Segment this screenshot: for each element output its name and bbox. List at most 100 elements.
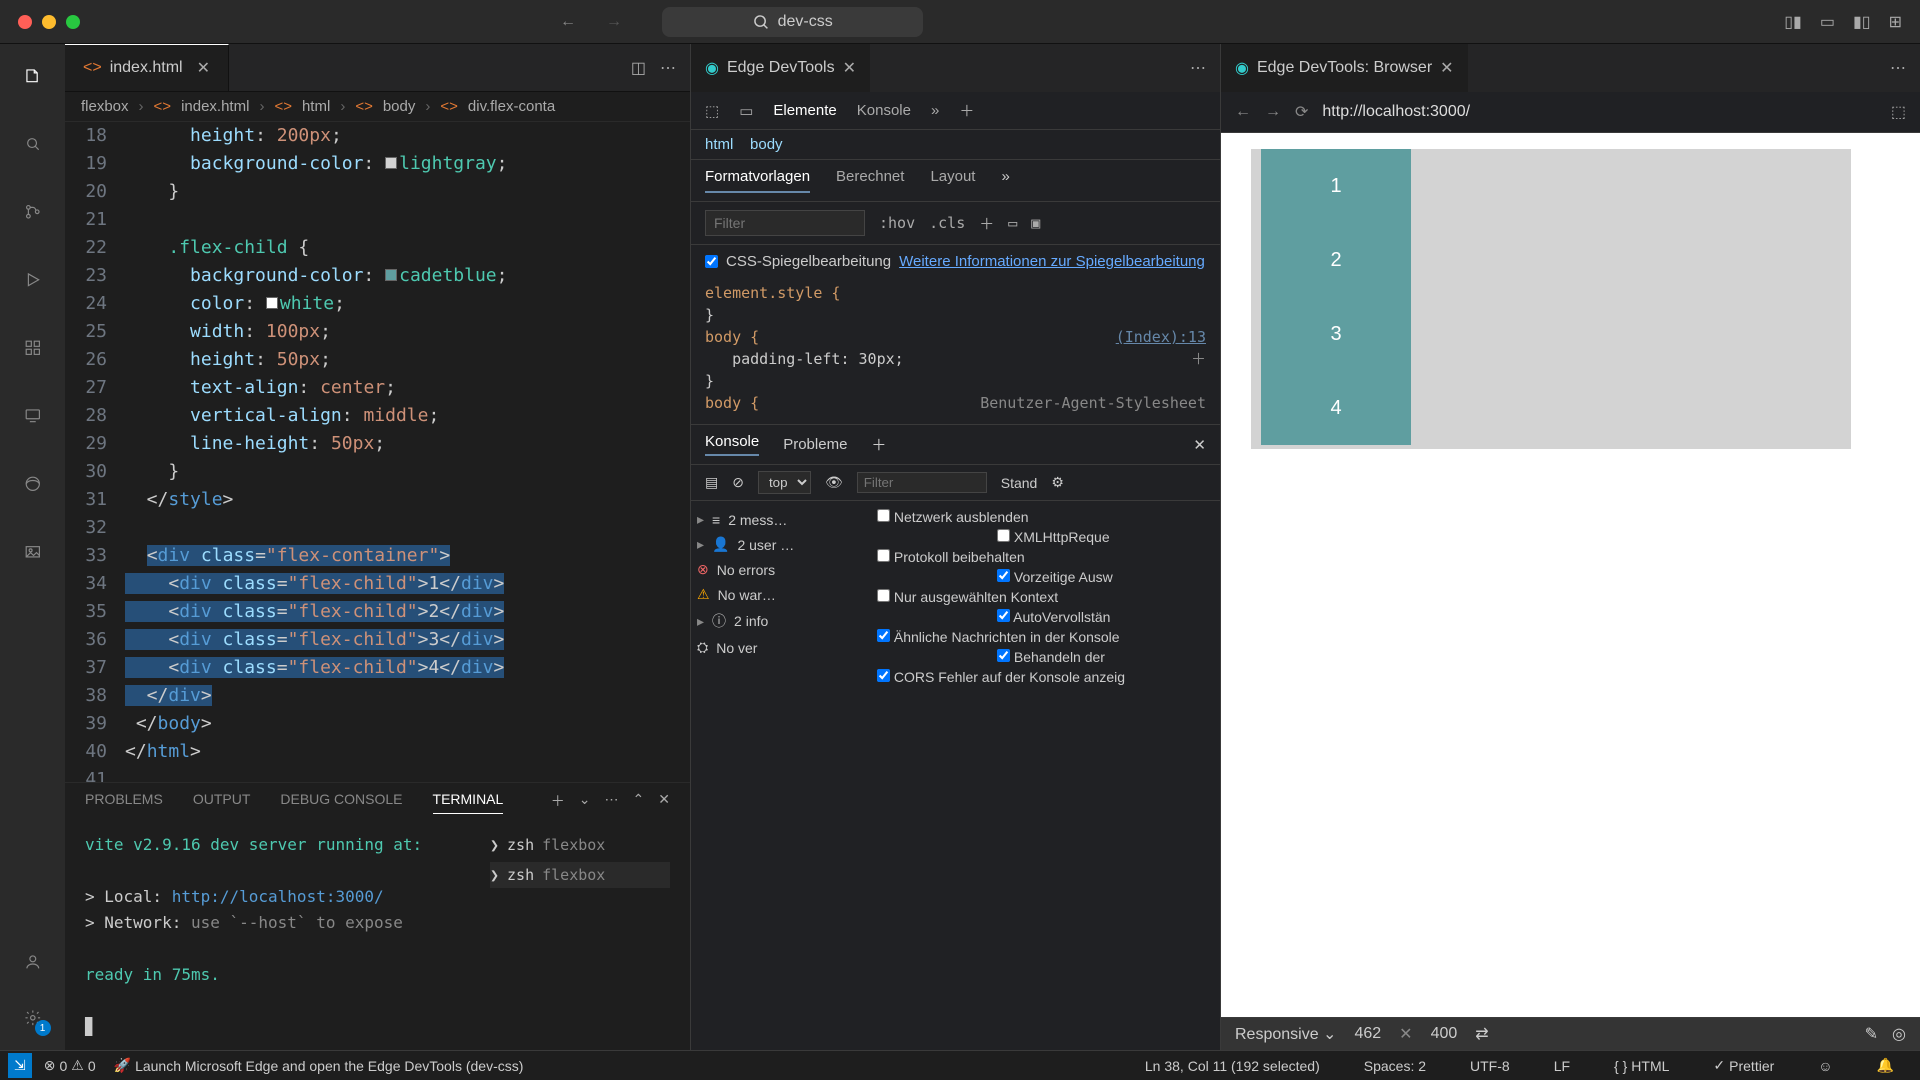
- panel-close-icon[interactable]: ✕: [658, 791, 670, 814]
- browser-reload-icon[interactable]: ⟳: [1295, 102, 1308, 122]
- remote-button[interactable]: ⇲: [8, 1053, 32, 1078]
- more-icon[interactable]: ⋯: [1890, 60, 1906, 77]
- device-more-icon[interactable]: ◎: [1892, 1024, 1906, 1044]
- close-tab-icon[interactable]: ✕: [197, 58, 210, 78]
- layout-left-icon[interactable]: ▯▮: [1784, 12, 1802, 32]
- console-drawer-tab[interactable]: Konsole: [705, 433, 759, 456]
- msg-group[interactable]: ▸👤2 user …: [697, 532, 865, 557]
- minimize-window[interactable]: [42, 15, 56, 29]
- screenshot-icon[interactable]: ✎: [1865, 1024, 1878, 1044]
- close-drawer-icon[interactable]: ✕: [1193, 436, 1206, 454]
- tab-more-icon[interactable]: ⋯: [660, 58, 676, 78]
- status-encoding[interactable]: UTF-8: [1470, 1057, 1510, 1074]
- tab-output[interactable]: OUTPUT: [193, 791, 251, 814]
- run-debug-icon[interactable]: [19, 266, 47, 294]
- mirror-info-link[interactable]: Weitere Informationen zur Spiegelbearbei…: [899, 253, 1205, 270]
- devtools-tab[interactable]: ◉ Edge DevTools ✕: [691, 44, 870, 92]
- status-errors[interactable]: ⊗ 0 ⚠ 0: [44, 1057, 96, 1074]
- close-window[interactable]: [18, 15, 32, 29]
- mirror-css-checkbox[interactable]: [705, 255, 718, 268]
- status-language[interactable]: { } HTML: [1614, 1057, 1669, 1074]
- check-network[interactable]: [877, 509, 890, 522]
- msg-group[interactable]: ▸≡2 mess…: [697, 507, 865, 532]
- browser-back-icon[interactable]: ←: [1235, 103, 1251, 121]
- status-launch[interactable]: 🚀 Launch Microsoft Edge and open the Edg…: [114, 1057, 524, 1074]
- image-preview-icon[interactable]: [19, 538, 47, 566]
- source-control-icon[interactable]: [19, 198, 47, 226]
- browser-tab[interactable]: ◉ Edge DevTools: Browser ✕: [1221, 44, 1468, 92]
- new-terminal-icon[interactable]: ＋: [551, 791, 565, 814]
- responsive-dropdown[interactable]: Responsive ⌄: [1235, 1024, 1336, 1044]
- layout-tab[interactable]: Layout: [930, 168, 975, 193]
- add-drawer-tab-icon[interactable]: ＋: [871, 434, 886, 455]
- check-protocol[interactable]: [877, 549, 890, 562]
- terminal-instance[interactable]: ❯zsh flexbox: [490, 862, 670, 888]
- elements-tab[interactable]: Elemente: [773, 102, 836, 119]
- tab-problems[interactable]: PROBLEMS: [85, 791, 163, 814]
- status-spaces[interactable]: Spaces: 2: [1364, 1057, 1426, 1074]
- msg-group[interactable]: ⚠No war…: [697, 582, 865, 607]
- check-xhr[interactable]: [997, 529, 1010, 542]
- browser-forward-icon[interactable]: →: [1265, 103, 1281, 121]
- styles-tab[interactable]: Formatvorlagen: [705, 168, 810, 193]
- context-select[interactable]: top: [758, 471, 811, 494]
- swap-dimensions-icon[interactable]: ⇄: [1475, 1024, 1488, 1044]
- inspect-toggle-icon[interactable]: ⬚: [1891, 102, 1906, 122]
- editor-tab-index[interactable]: <> index.html ✕: [65, 44, 229, 91]
- close-tab-icon[interactable]: ✕: [1440, 58, 1453, 78]
- command-center[interactable]: dev-css: [662, 7, 923, 37]
- maximize-window[interactable]: [66, 15, 80, 29]
- check-vorzeitig[interactable]: [997, 569, 1010, 582]
- split-editor-icon[interactable]: ◫: [631, 58, 646, 78]
- msg-group[interactable]: ⊗No errors: [697, 557, 865, 582]
- extensions-icon[interactable]: [19, 334, 47, 362]
- explorer-icon[interactable]: [19, 62, 47, 90]
- msg-group[interactable]: ⛭No ver: [697, 635, 865, 660]
- console-tab[interactable]: Konsole: [857, 102, 911, 119]
- check-cors[interactable]: [877, 669, 890, 682]
- tab-terminal[interactable]: TERMINAL: [433, 791, 504, 814]
- status-eol[interactable]: LF: [1554, 1057, 1570, 1074]
- device-icon[interactable]: ▭: [1008, 214, 1017, 232]
- styles-filter-input[interactable]: [705, 210, 865, 236]
- layout-grid-icon[interactable]: ⊞: [1889, 12, 1902, 32]
- edge-icon[interactable]: [19, 470, 47, 498]
- console-sidebar-icon[interactable]: ▤: [705, 474, 718, 491]
- browser-viewport[interactable]: 1 2 3 4: [1221, 133, 1920, 1017]
- check-nur[interactable]: [877, 589, 890, 602]
- settings-gear-icon[interactable]: [19, 1004, 47, 1032]
- layout-bottom-icon[interactable]: ▭: [1820, 12, 1835, 32]
- nav-back-icon[interactable]: ←: [560, 13, 576, 31]
- cls-button[interactable]: .cls: [929, 214, 965, 232]
- terminal[interactable]: vite v2.9.16 dev server running at: > Lo…: [65, 822, 690, 1050]
- live-expr-icon[interactable]: 👁: [825, 474, 843, 491]
- address-bar[interactable]: http://localhost:3000/: [1322, 103, 1876, 121]
- fullscreen-icon[interactable]: ▣: [1031, 214, 1040, 232]
- status-feedback-icon[interactable]: ☺: [1818, 1057, 1832, 1074]
- inspect-element-icon[interactable]: ⬚: [705, 102, 719, 120]
- panel-maximize-icon[interactable]: ⌃: [633, 791, 645, 814]
- status-bell-icon[interactable]: 🔔: [1877, 1057, 1894, 1074]
- check-behand[interactable]: [997, 649, 1010, 662]
- add-tab-icon[interactable]: ＋: [959, 100, 974, 121]
- status-cursor[interactable]: Ln 38, Col 11 (192 selected): [1145, 1057, 1320, 1074]
- search-side-icon[interactable]: [19, 130, 47, 158]
- console-settings-icon[interactable]: ⚙: [1051, 474, 1064, 491]
- device-toolbar-icon[interactable]: ▭: [739, 102, 753, 120]
- issues-drawer-tab[interactable]: Probleme: [783, 436, 847, 453]
- check-auto[interactable]: [997, 609, 1010, 622]
- hov-button[interactable]: :hov: [879, 214, 915, 232]
- css-rules[interactable]: element.style { } body {(Index):13 paddi…: [691, 278, 1220, 424]
- close-tab-icon[interactable]: ✕: [843, 58, 856, 78]
- breadcrumb[interactable]: flexbox› <>index.html› <>html› <>body› <…: [65, 92, 690, 122]
- viewport-height[interactable]: 400: [1431, 1025, 1458, 1043]
- more-icon[interactable]: ⋯: [1190, 60, 1206, 77]
- remote-explorer-icon[interactable]: [19, 402, 47, 430]
- more-tabs-icon[interactable]: »: [931, 102, 939, 119]
- code-editor[interactable]: 18 19 20 21 22 23 24 25 26 27 28 29 30 3…: [65, 122, 690, 782]
- terminal-instance[interactable]: ❯zsh flexbox: [490, 832, 670, 858]
- console-filter-input[interactable]: [857, 472, 987, 493]
- dom-breadcrumb[interactable]: html body: [691, 130, 1220, 160]
- tab-debug-console[interactable]: DEBUG CONSOLE: [280, 791, 402, 814]
- terminal-more-icon[interactable]: ⋯: [605, 791, 619, 814]
